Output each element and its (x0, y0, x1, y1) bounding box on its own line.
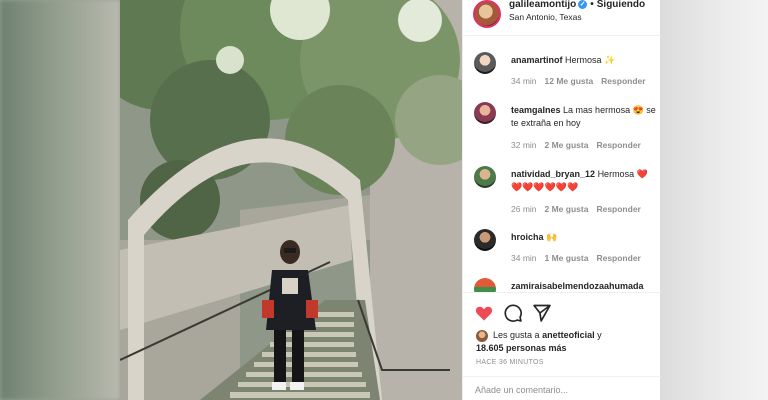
comment-likes[interactable]: 2 Me gusta (545, 204, 589, 214)
liker-username[interactable]: anetteoficial (542, 330, 595, 340)
separator-dot: • (590, 0, 594, 10)
comment-text-block: hroicha 🙌 (511, 231, 657, 244)
post-header: galileamontijo ✓ • Siguiendo San Antonio, T… (463, 0, 661, 36)
commenter-avatar[interactable] (474, 278, 496, 292)
comment-likes[interactable]: 2 Me gusta (545, 140, 589, 150)
comments-list[interactable]: anamartinof Hermosa ✨ 34 min 12 Me gusta R… (463, 36, 661, 292)
reply-button[interactable]: Responder (596, 253, 640, 263)
comment-username[interactable]: anamartinof (511, 55, 563, 65)
heart-icon[interactable] (474, 303, 494, 323)
commenter-avatar[interactable] (474, 229, 496, 251)
comment-likes[interactable]: 1 Me gusta (545, 253, 589, 263)
reply-button[interactable]: Responder (601, 76, 645, 86)
comment-username[interactable]: hroicha (511, 232, 544, 242)
likes-summary[interactable]: Les gusta a anetteoficial y 18.605 perso… (476, 329, 602, 355)
author-line: galileamontijo ✓ • Siguiendo (509, 0, 645, 10)
author-username[interactable]: galileamontijo (509, 0, 576, 10)
likes-count[interactable]: 18.605 personas más (476, 343, 567, 353)
commenter-avatar[interactable] (474, 166, 496, 188)
liker-avatar (476, 329, 488, 342)
post-time-ago[interactable]: HACE 36 MINUTOS (476, 359, 544, 366)
post-photo[interactable] (120, 0, 462, 400)
comment-text: 🙌 (546, 232, 558, 242)
comment-time[interactable]: 34 min (511, 253, 537, 263)
comment-username[interactable]: zamiraisabelmendozaahumada (511, 281, 644, 291)
comment-time[interactable]: 26 min (511, 204, 537, 214)
following-button[interactable]: Siguiendo (597, 0, 645, 10)
add-comment-input[interactable] (475, 385, 651, 395)
add-comment-bar (463, 376, 661, 400)
comment-likes[interactable]: 12 Me gusta (545, 76, 594, 86)
background-overlay-right (660, 0, 768, 400)
comment-time[interactable]: 32 min (511, 140, 537, 150)
reply-button[interactable]: Responder (596, 204, 640, 214)
comment-text-block: zamiraisabelmendozaahumada (511, 280, 657, 292)
reply-button[interactable]: Responder (596, 140, 640, 150)
share-icon[interactable] (532, 303, 552, 323)
post-location[interactable]: San Antonio, Texas (509, 12, 582, 22)
comment-time[interactable]: 34 min (511, 76, 537, 86)
likes-prefix: Les gusta a (493, 330, 540, 340)
comment-icon[interactable] (503, 303, 523, 323)
comment-text: Hermosa ✨ (565, 55, 616, 65)
commenter-avatar[interactable] (474, 102, 496, 124)
post-photo-illustration (120, 0, 462, 400)
post-actions: Les gusta a anetteoficial y 18.605 perso… (463, 292, 661, 372)
comment-text-block: teamgalnes La mas hermosa 😍 se te extrañ… (511, 104, 657, 130)
comment-text-block: anamartinof Hermosa ✨ (511, 54, 657, 67)
author-avatar[interactable] (473, 0, 501, 28)
comment-meta: 26 min 2 Me gusta Responder (511, 204, 649, 214)
commenter-avatar[interactable] (474, 52, 496, 74)
likes-joiner: y (597, 330, 602, 340)
background-blur-left (0, 0, 120, 400)
comment-username[interactable]: natividad_bryan_12 (511, 169, 595, 179)
comment-meta: 34 min 1 Me gusta Responder (511, 253, 649, 263)
verified-badge-icon: ✓ (578, 0, 588, 9)
post-sidebar: galileamontijo ✓ • Siguiendo San Antonio, T… (462, 0, 661, 400)
comment-username[interactable]: teamgalnes (511, 105, 561, 115)
comment-meta: 34 min 12 Me gusta Responder (511, 76, 654, 86)
comment-meta: 32 min 2 Me gusta Responder (511, 140, 649, 150)
comment-text-block: natividad_bryan_12 Hermosa ❤️ ❤️❤️❤️❤️❤️… (511, 168, 657, 194)
